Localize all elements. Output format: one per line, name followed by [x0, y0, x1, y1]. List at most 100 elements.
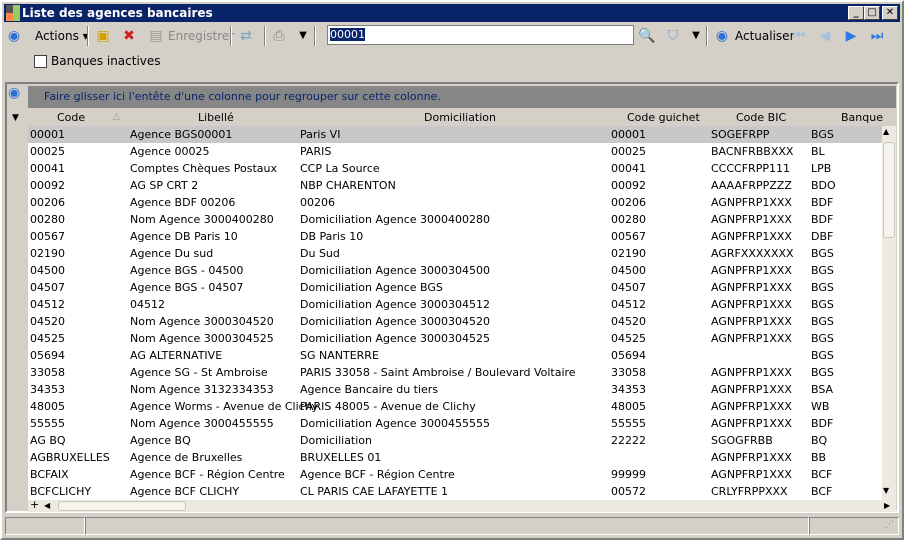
actions-menu[interactable]: Actions ▾	[35, 26, 89, 46]
horizontal-scroll-thumb[interactable]	[58, 501, 186, 511]
table-row[interactable]: 00206 Agence BDF 00206 00206 00206 AGNPFRP1X…	[28, 194, 882, 211]
expand-plus-icon[interactable]: +	[30, 498, 39, 511]
cell-domiciliation: Domiciliation	[300, 434, 372, 447]
table-row[interactable]: 00041 Comptes Chèques Postaux CCP La Sourc…	[28, 160, 882, 177]
table-row[interactable]: 05694 AG ALTERNATIVE SG NANTERRE 05694 BGS	[28, 347, 882, 364]
cell-domiciliation: Agence Bancaire du tiers	[300, 383, 439, 396]
cell-code-guichet: 99999	[611, 468, 646, 481]
grid-menu-dropdown-icon[interactable]: ▼	[12, 113, 19, 123]
minimize-button[interactable]: _	[848, 6, 864, 20]
cell-libelle: Agence BGS - 04500	[130, 264, 244, 277]
cell-code-guichet: 00280	[611, 213, 646, 226]
cell-libelle: Agence BGS00001	[130, 128, 233, 141]
column-header-code-bic[interactable]: Code BIC	[736, 109, 786, 126]
column-header-domiciliation[interactable]: Domiciliation	[424, 109, 496, 126]
cell-domiciliation: Domiciliation Agence 3000304520	[300, 315, 491, 328]
cell-banque: BCF	[811, 485, 833, 498]
maximize-button[interactable]: □	[864, 6, 880, 20]
close-button[interactable]: ✕	[882, 6, 898, 20]
cell-domiciliation: BRUXELLES 01	[300, 451, 382, 464]
column-header-banque[interactable]: Banque	[841, 109, 883, 126]
last-record-icon[interactable]: ⏭	[868, 27, 886, 45]
sync-icon[interactable]: ⇄	[237, 27, 255, 45]
cell-code: 00280	[30, 213, 65, 226]
cell-libelle: Agence Du sud	[130, 247, 214, 260]
table-row[interactable]: 04525 Nom Agence 3000304525 Domiciliation …	[28, 330, 882, 347]
table-row[interactable]: 00001 Agence BGS00001 Paris VI 00001 SOGEFRP…	[28, 126, 882, 143]
print-icon[interactable]: ⎙	[270, 27, 288, 45]
cell-code-bic: AGNPFRP1XXX	[711, 213, 792, 226]
horizontal-scrollbar[interactable]: + ◀ ▶	[28, 498, 896, 512]
save-button[interactable]: Enregistrer	[168, 26, 234, 46]
table-row[interactable]: BCFCLICHY Agence BCF CLICHY CL PARIS CAE L…	[28, 483, 882, 500]
search-input[interactable]: 00001	[327, 25, 634, 45]
menu-circle-icon[interactable]: ◉	[5, 27, 23, 45]
table-row[interactable]: 48005 Agence Worms - Avenue de Clichy PARI…	[28, 398, 882, 415]
cell-code-guichet: 04507	[611, 281, 646, 294]
search-icon[interactable]: 🔍	[638, 27, 656, 45]
table-row[interactable]: 00280 Nom Agence 3000400280 Domiciliation …	[28, 211, 882, 228]
cell-code: 04507	[30, 281, 65, 294]
grid-header: Code △ Libellé Domiciliation Code guiche…	[28, 109, 883, 126]
cell-code-bic: AGNPFRP1XXX	[711, 417, 792, 430]
status-panel	[85, 517, 809, 535]
new-icon[interactable]: ▣	[94, 27, 112, 45]
table-row[interactable]: 00092 AG SP CRT 2 NBP CHARENTON 00092 AAAAFR…	[28, 177, 882, 194]
table-row[interactable]: AG BQ Agence BQ Domiciliation 22222 SGOGFRBB…	[28, 432, 882, 449]
next-record-icon[interactable]: ▶	[842, 27, 860, 45]
scroll-right-icon[interactable]: ▶	[884, 501, 890, 510]
cell-domiciliation: CL PARIS CAE LAFAYETTE 1	[300, 485, 449, 498]
scroll-up-icon[interactable]: ▲	[883, 127, 889, 136]
cell-code-guichet: 04525	[611, 332, 646, 345]
cell-code: 33058	[30, 366, 65, 379]
cell-code: 00567	[30, 230, 65, 243]
column-header-code[interactable]: Code	[57, 109, 85, 126]
table-row[interactable]: 33058 Agence SG - St Ambroise PARIS 33058 …	[28, 364, 882, 381]
table-row[interactable]: 00025 Agence 00025 PARIS 00025 BACNFRBBXXX BL	[28, 143, 882, 160]
vertical-scroll-thumb[interactable]	[883, 142, 895, 238]
cell-domiciliation: Agence BCF - Région Centre	[300, 468, 455, 481]
status-panel	[5, 517, 85, 535]
filter-icon[interactable]: ⛉	[664, 27, 682, 45]
cell-code-bic: AGNPFRP1XXX	[711, 230, 792, 243]
refresh-icon[interactable]: ◉	[713, 27, 731, 45]
cell-banque: BL	[811, 145, 825, 158]
column-header-code-guichet[interactable]: Code guichet	[627, 109, 700, 126]
vertical-scrollbar[interactable]: ▲ ▼	[882, 126, 896, 500]
grid-options-icon[interactable]: ◉	[8, 85, 20, 101]
cell-banque: BGS	[811, 298, 834, 311]
cell-banque: BDF	[811, 196, 834, 209]
table-row[interactable]: 04500 Agence BGS - 04500 Domiciliation Age…	[28, 262, 882, 279]
search-value: 00001	[330, 28, 365, 41]
print-dropdown-icon[interactable]: ▼	[294, 27, 312, 45]
inactive-banks-checkbox[interactable]	[34, 55, 47, 68]
first-record-icon[interactable]: ⏮	[790, 27, 808, 45]
table-row[interactable]: 02190 Agence Du sud Du Sud 02190 AGRFXXXXXXX…	[28, 245, 882, 262]
cell-code-bic: AGNPFRP1XXX	[711, 196, 792, 209]
cell-code-bic: AGNPFRP1XXX	[711, 332, 792, 345]
separator	[314, 26, 316, 46]
table-row[interactable]: 04520 Nom Agence 3000304520 Domiciliation …	[28, 313, 882, 330]
previous-record-icon[interactable]: ◀	[816, 27, 834, 45]
cell-code-guichet: 05694	[611, 349, 646, 362]
table-row[interactable]: 34353 Nom Agence 3132334353 Agence Bancair…	[28, 381, 882, 398]
table-row[interactable]: 04512 04512 Domiciliation Agence 300030451…	[28, 296, 882, 313]
column-header-libelle[interactable]: Libellé	[198, 109, 234, 126]
filter-dropdown-icon[interactable]: ▼	[687, 27, 705, 45]
table-row[interactable]: 55555 Nom Agence 3000455555 Domiciliation …	[28, 415, 882, 432]
scroll-down-icon[interactable]: ▼	[883, 486, 889, 495]
table-row[interactable]: 04507 Agence BGS - 04507 Domiciliation Age…	[28, 279, 882, 296]
scroll-left-icon[interactable]: ◀	[44, 501, 50, 510]
table-row[interactable]: 00567 Agence DB Paris 10 DB Paris 10 00567 A…	[28, 228, 882, 245]
resize-grip-icon[interactable]: ⋰	[885, 520, 894, 530]
delete-icon[interactable]: ✖	[120, 27, 138, 45]
refresh-button[interactable]: Actualiser	[735, 26, 795, 46]
cell-code: 04520	[30, 315, 65, 328]
cell-domiciliation: Du Sud	[300, 247, 340, 260]
cell-code: AG BQ	[30, 434, 66, 447]
cell-libelle: 04512	[130, 298, 165, 311]
group-by-area[interactable]: Faire glisser ici l'entête d'une colonne…	[28, 86, 896, 108]
cell-code-bic: CCCCFRPP111	[711, 162, 790, 175]
table-row[interactable]: BCFAIX Agence BCF - Région Centre Agence B…	[28, 466, 882, 483]
table-row[interactable]: AGBRUXELLES Agence de Bruxelles BRUXELLES …	[28, 449, 882, 466]
